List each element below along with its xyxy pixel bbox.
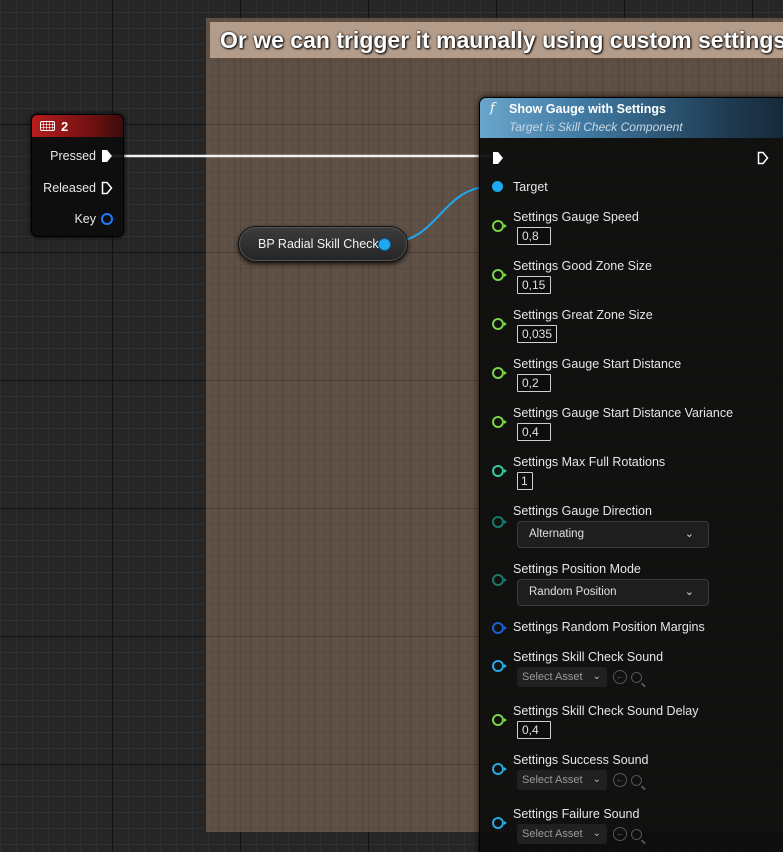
exec-out-pin-icon[interactable]: [757, 150, 769, 169]
param-pin-icon[interactable]: [492, 622, 507, 634]
param-label: Settings Random Position Margins: [513, 620, 705, 634]
dropdown-value: Alternating: [529, 528, 584, 540]
param-pin-icon[interactable]: [492, 516, 507, 528]
struct-pin-icon[interactable]: [101, 213, 113, 225]
param-value-field[interactable]: 0,8: [517, 227, 551, 245]
param-pin-icon[interactable]: [492, 574, 507, 586]
func-node-subtitle: Target is Skill Check Component: [509, 120, 683, 134]
target-pin-icon[interactable]: [492, 181, 503, 192]
asset-picker-label: Select Asset: [522, 828, 583, 840]
param-pin-icon[interactable]: [492, 220, 507, 232]
asset-actions: ←: [613, 827, 642, 841]
param-label: Settings Good Zone Size: [513, 259, 652, 273]
param-pin-icon[interactable]: [492, 660, 507, 672]
browse-search-icon[interactable]: [631, 671, 642, 683]
asset-picker-label: Select Asset: [522, 671, 583, 683]
param-label: Settings Position Mode: [513, 562, 641, 576]
use-selected-icon[interactable]: ←: [613, 827, 627, 841]
chevron-down-icon: ⌄: [592, 828, 601, 839]
param-dropdown[interactable]: Random Position ⌄: [517, 579, 709, 606]
pin-key-label: Key: [74, 212, 96, 226]
param-label: Settings Max Full Rotations: [513, 455, 666, 469]
param-pin-icon[interactable]: [492, 763, 507, 775]
chevron-down-icon: ⌄: [684, 528, 694, 540]
asset-picker[interactable]: Select Asset ⌄: [517, 770, 607, 790]
pin-released-label: Released: [43, 181, 96, 195]
asset-actions: ←: [613, 670, 642, 684]
param-label: Settings Success Sound: [513, 753, 649, 767]
key-node-header: 2: [32, 115, 123, 137]
param-label: Settings Skill Check Sound Delay: [513, 704, 699, 718]
chevron-down-icon: ⌄: [592, 671, 601, 682]
pin-pressed-label: Pressed: [50, 149, 96, 163]
param-pin-icon[interactable]: [492, 269, 507, 281]
param-pin-icon[interactable]: [492, 367, 507, 379]
chevron-down-icon: ⌄: [684, 586, 694, 598]
show-gauge-function-node[interactable]: f Show Gauge with Settings Target is Ski…: [479, 97, 783, 852]
param-label: Settings Gauge Start Distance Variance: [513, 406, 734, 420]
asset-picker[interactable]: Select Asset ⌄: [517, 667, 607, 687]
key-event-node[interactable]: 2 Pressed Released Key: [31, 114, 124, 237]
param-pin-icon[interactable]: [492, 817, 507, 829]
use-selected-icon[interactable]: ←: [613, 773, 627, 787]
dropdown-value: Random Position: [529, 586, 617, 598]
func-node-title: Show Gauge with Settings: [509, 102, 666, 116]
comment-title[interactable]: Or we can trigger it maunally using cust…: [210, 22, 783, 58]
param-pin-icon[interactable]: [492, 318, 507, 330]
pin-pressed[interactable]: Pressed: [50, 149, 113, 163]
bp-radial-skill-check-node[interactable]: BP Radial Skill Check: [238, 226, 408, 262]
exec-pin-empty-icon[interactable]: [101, 181, 113, 195]
param-value-field[interactable]: 0,4: [517, 721, 551, 739]
param-value-field[interactable]: 1: [517, 472, 533, 490]
param-pin-icon[interactable]: [492, 714, 507, 726]
param-label: Settings Gauge Start Distance: [513, 357, 682, 371]
pin-released[interactable]: Released: [43, 181, 113, 195]
param-label: Settings Great Zone Size: [513, 308, 653, 322]
param-value-field[interactable]: 0,2: [517, 374, 551, 392]
param-value-field[interactable]: 0,4: [517, 423, 551, 441]
exec-pin-filled-icon[interactable]: [101, 149, 113, 163]
param-dropdown[interactable]: Alternating ⌄: [517, 521, 709, 548]
pin-key[interactable]: Key: [74, 212, 113, 226]
browse-search-icon[interactable]: [631, 828, 642, 840]
chevron-down-icon: ⌄: [592, 774, 601, 785]
param-label: Settings Gauge Direction: [513, 504, 652, 518]
var-node-label: BP Radial Skill Check: [258, 237, 379, 251]
browse-search-icon[interactable]: [631, 774, 642, 786]
param-value-field[interactable]: 0,15: [517, 276, 551, 294]
asset-actions: ←: [613, 773, 642, 787]
key-node-title: 2: [61, 118, 69, 134]
object-pin-icon[interactable]: [379, 239, 390, 250]
param-label: Settings Failure Sound: [513, 807, 640, 821]
asset-picker-label: Select Asset: [522, 774, 583, 786]
param-value-field[interactable]: 0,035: [517, 325, 558, 343]
function-icon: f: [490, 101, 495, 116]
pin-target-label: Target: [513, 180, 548, 194]
param-label: Settings Skill Check Sound: [513, 650, 664, 664]
exec-in-pin-icon[interactable]: [492, 150, 504, 169]
param-label: Settings Gauge Speed: [513, 210, 639, 224]
use-selected-icon[interactable]: ←: [613, 670, 627, 684]
func-node-header: f Show Gauge with Settings Target is Ski…: [480, 98, 783, 138]
keyboard-icon: [40, 121, 55, 131]
asset-picker[interactable]: Select Asset ⌄: [517, 824, 607, 844]
param-pin-icon[interactable]: [492, 465, 507, 477]
param-pin-icon[interactable]: [492, 416, 507, 428]
